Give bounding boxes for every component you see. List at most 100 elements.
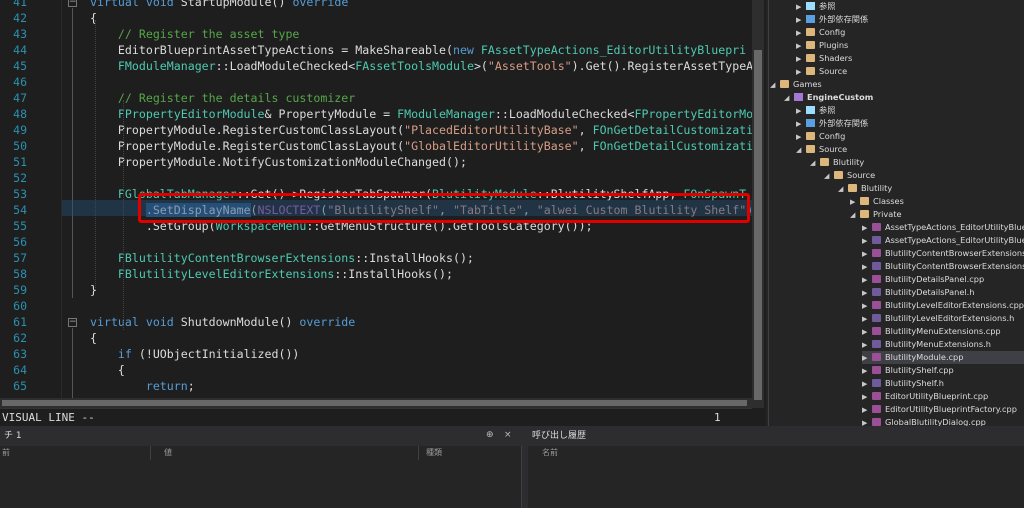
solution-tree-item[interactable]: ▶ 参照 [796, 0, 1024, 13]
folder-icon [860, 197, 869, 205]
line-number: 49 [13, 123, 27, 137]
tree-item-label: BlutilityDetailsPanel.cpp [885, 274, 985, 284]
annotation-highlight-box [138, 193, 750, 223]
vertical-scroll-thumb[interactable] [754, 50, 762, 400]
fold-toggle-icon[interactable]: − [68, 318, 77, 327]
tree-item-label: EditorUtilityBlueprint.cpp [885, 391, 989, 401]
solution-explorer[interactable]: ▶ 参照 ▶ 外部依存関係 ▶ Config ▶ Plugins ▶ Shaders ▶ Source… [766, 0, 1024, 426]
column-header-name[interactable]: 前 [2, 446, 10, 460]
solution-tree-item[interactable]: ▶ BlutilityDetailsPanel.cpp [862, 273, 1024, 286]
chevron-down-icon[interactable]: ◢ [796, 144, 806, 157]
code-line[interactable]: { [90, 330, 97, 346]
header-file-icon [872, 379, 881, 387]
code-line[interactable]: EditorBlueprintAssetTypeActions = MakeSh… [90, 42, 746, 58]
solution-tree-item[interactable]: ◢ EngineCustom [784, 91, 1024, 104]
tree-item-label: GlobalBlutilityDialog.cpp [885, 417, 986, 426]
code-line[interactable]: PropertyModule.RegisterCustomClassLayout… [90, 138, 752, 154]
fold-toggle-icon[interactable]: − [68, 0, 77, 7]
solution-tree-item[interactable]: ▶ 外部依存関係 [796, 13, 1024, 26]
solution-tree-item[interactable]: ▶ BlutilityLevelEditorExtensions.h [862, 312, 1024, 325]
solution-tree-item[interactable]: ▶ BlutilityMenuExtensions.h [862, 338, 1024, 351]
chevron-down-icon[interactable]: ◢ [824, 170, 834, 183]
solution-tree-item[interactable]: ▶ Plugins [796, 39, 1024, 52]
chevron-down-icon[interactable]: ◢ [784, 92, 794, 105]
chevron-down-icon[interactable]: ◢ [810, 157, 820, 170]
column-header-name[interactable]: 名前 [542, 446, 558, 460]
cpp-file-icon [872, 405, 881, 413]
tree-item-label: BlutilityContentBrowserExtensions.cpp [885, 248, 1024, 258]
solution-tree-item[interactable]: ▶ Classes [850, 195, 1024, 208]
line-number: 54 [13, 203, 27, 217]
code-line[interactable]: { [90, 362, 125, 378]
code-line[interactable]: PropertyModule.NotifyCustomizationModule… [90, 154, 467, 170]
code-line[interactable]: FModuleManager::LoadModuleChecked<FAsset… [90, 58, 752, 74]
line-number: 45 [13, 59, 27, 73]
solution-tree-item[interactable]: ◢ Blutility [838, 182, 1024, 195]
watch-panel[interactable]: チ 1 ⊕ × 前 値 種類 [0, 426, 522, 508]
line-number: 61 [13, 315, 27, 329]
code-line[interactable]: PropertyModule.RegisterCustomClassLayout… [90, 122, 752, 138]
folder-icon [860, 210, 869, 218]
line-number: 57 [13, 251, 27, 265]
horizontal-scroll-thumb[interactable] [2, 400, 747, 406]
solution-tree-item[interactable]: ◢ Source [796, 143, 1024, 156]
code-editor[interactable]: 41 42 43 44 45 46 47 48 49 50 51 52 53 54 55 56 57 58 59 60… [0, 0, 752, 408]
solution-tree-item[interactable]: ▶ BlutilityDetailsPanel.h [862, 286, 1024, 299]
solution-tree-item[interactable]: ▶ GlobalBlutilityDialog.cpp [862, 416, 1024, 426]
solution-tree-item[interactable]: ▶ BlutilityLevelEditorExtensions.cpp [862, 299, 1024, 312]
chevron-right-icon[interactable]: ▶ [862, 417, 872, 426]
tree-item-label: 外部依存関係 [819, 118, 869, 128]
chevron-down-icon[interactable]: ◢ [770, 79, 780, 92]
column-header-value[interactable]: 値 [164, 446, 172, 460]
solution-tree-item[interactable]: ◢ Private [850, 208, 1024, 221]
code-line[interactable]: // Register the details customizer [90, 90, 355, 106]
solution-tree-item[interactable]: ▶ 外部依存関係 [796, 117, 1024, 130]
solution-tree-item[interactable]: ▶ BlutilityShelf.h [862, 377, 1024, 390]
folder-icon [806, 67, 815, 75]
code-line[interactable]: FBlutilityContentBrowserExtensions::Inst… [90, 250, 474, 266]
solution-tree-item[interactable]: ▶ Shaders [796, 52, 1024, 65]
code-line[interactable]: virtual void ShutdownModule() override [90, 314, 355, 330]
line-number-gutter: 41 42 43 44 45 46 47 48 49 50 51 52 53 54 55 56 57 58 59 60… [0, 0, 62, 408]
solution-tree-item[interactable]: ▶ Source [796, 65, 1024, 78]
solution-tree-item[interactable]: ◢ Source [824, 169, 1024, 182]
solution-tree-item[interactable]: ▶ Config [796, 26, 1024, 39]
solution-tree-item[interactable]: ▶BlutilityContentBrowserExtensions.cpp [862, 247, 1024, 260]
solution-tree-item[interactable]: ▶AssetTypeActions_EditorUtilityBlueprint… [862, 234, 1024, 247]
code-line[interactable]: FPropertyEditorModule& PropertyModule = … [90, 106, 752, 122]
solution-tree-item[interactable]: ▶ Config [796, 130, 1024, 143]
column-header-type[interactable]: 種類 [426, 446, 442, 460]
solution-tree-item[interactable]: ▶AssetTypeActions_EditorUtilityBlueprint… [862, 221, 1024, 234]
line-number: 56 [13, 235, 27, 249]
folder-icon [820, 158, 829, 166]
cpp-file-icon [872, 249, 881, 257]
tree-item-label: Classes [873, 196, 904, 206]
solution-tree-item[interactable]: ▶ BlutilityModule.cpp [862, 351, 1024, 364]
code-line[interactable]: FBlutilityLevelEditorExtensions::Install… [90, 266, 453, 282]
solution-tree-item[interactable]: ◢ Blutility [810, 156, 1024, 169]
line-number: 48 [13, 107, 27, 121]
solution-tree-item[interactable]: ▶ 参照 [796, 104, 1024, 117]
solution-tree-item[interactable]: ◢ Games [770, 78, 1024, 91]
close-icon[interactable]: × [504, 430, 512, 440]
tree-item-label: BlutilityMenuExtensions.cpp [885, 326, 1001, 336]
folder-icon [806, 54, 815, 62]
solution-tree-item[interactable]: ▶ EditorUtilityBlueprintFactory.cpp [862, 403, 1024, 416]
solution-tree-item[interactable]: ▶ BlutilityContentBrowserExtensions.h [862, 260, 1024, 273]
references-icon [806, 106, 815, 114]
line-number: 46 [13, 75, 27, 89]
code-line[interactable]: if (!UObjectInitialized()) [90, 346, 300, 362]
code-line[interactable]: // Register the asset type [90, 26, 300, 42]
fold-guide [72, 328, 73, 398]
code-line[interactable]: virtual void StartupModule() override [90, 0, 348, 10]
horizontal-scrollbar[interactable] [0, 398, 752, 408]
chevron-down-icon[interactable]: ◢ [838, 183, 848, 196]
pin-icon[interactable]: ⊕ [486, 430, 494, 440]
call-stack-panel[interactable]: 呼び出し履歴 名前 [528, 426, 1024, 508]
code-line[interactable]: return; [90, 378, 195, 394]
vertical-scrollbar[interactable] [752, 0, 764, 408]
solution-tree-item[interactable]: ▶ EditorUtilityBlueprint.cpp [862, 390, 1024, 403]
solution-tree-item[interactable]: ▶ BlutilityShelf.cpp [862, 364, 1024, 377]
chevron-down-icon[interactable]: ◢ [850, 209, 860, 222]
solution-tree-item[interactable]: ▶ BlutilityMenuExtensions.cpp [862, 325, 1024, 338]
